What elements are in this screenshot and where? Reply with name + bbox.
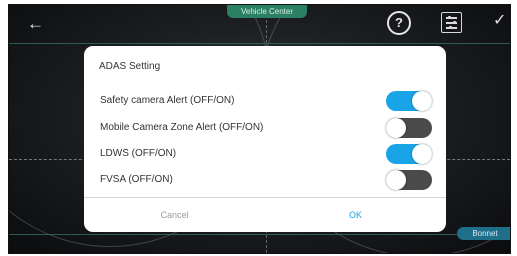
toggle-knob: [386, 170, 406, 190]
toggle-knob: [412, 91, 432, 111]
bonnet-label: Bonnet: [457, 227, 510, 240]
horizontal-guide-bottom: [9, 234, 510, 235]
setting-row-ldws: LDWS (OFF/ON): [100, 144, 436, 164]
toggle-knob: [412, 144, 432, 164]
setting-label: Mobile Camera Zone Alert (OFF/ON): [100, 122, 264, 133]
toggle-knob: [386, 118, 406, 138]
fvsa-toggle[interactable]: [386, 170, 432, 190]
checkmark-icon[interactable]: ✓: [493, 13, 506, 29]
question-circle-icon[interactable]: ?: [387, 11, 411, 35]
setting-label: FVSA (OFF/ON): [100, 174, 173, 185]
setting-row-mobile-camera-zone: Mobile Camera Zone Alert (OFF/ON): [100, 118, 436, 138]
horizontal-guide-top: [9, 43, 510, 44]
setting-label: Safety camera Alert (OFF/ON): [100, 95, 235, 106]
ldws-toggle[interactable]: [386, 144, 432, 164]
mobile-camera-zone-toggle[interactable]: [386, 118, 432, 138]
setting-row-fvsa: FVSA (OFF/ON): [100, 170, 436, 190]
arrow-left-icon[interactable]: ←: [27, 15, 44, 33]
setting-row-safety-camera: Safety camera Alert (OFF/ON): [100, 91, 436, 111]
safety-camera-toggle[interactable]: [386, 91, 432, 111]
sliders-icon[interactable]: [441, 12, 462, 33]
cancel-button[interactable]: Cancel: [84, 198, 265, 232]
ok-button[interactable]: OK: [265, 198, 446, 232]
vehicle-center-label: Vehicle Center: [227, 5, 307, 18]
adas-setting-dialog: ADAS Setting Safety camera Alert (OFF/ON…: [84, 46, 446, 232]
dialog-title: ADAS Setting: [99, 61, 161, 72]
setting-label: LDWS (OFF/ON): [100, 148, 177, 159]
